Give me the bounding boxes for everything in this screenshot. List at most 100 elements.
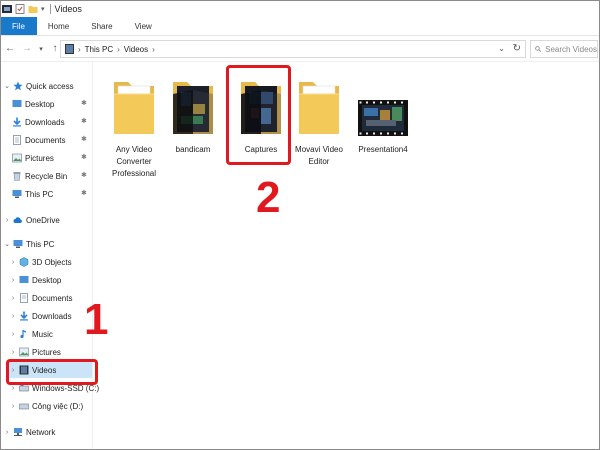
breadcrumb-separator-icon: › xyxy=(78,44,81,54)
recent-locations-icon[interactable]: ▾ xyxy=(37,42,45,56)
download-icon xyxy=(20,311,28,321)
nav-label: OneDrive xyxy=(26,215,60,225)
nav-downloads[interactable]: › Downloads xyxy=(6,308,72,324)
tab-view[interactable]: View xyxy=(124,17,163,35)
nav-label: Pictures xyxy=(25,153,54,163)
explorer-icon[interactable] xyxy=(2,4,12,14)
nav-desktop[interactable]: › Desktop xyxy=(6,272,62,288)
pin-icon: ✱ xyxy=(81,118,87,125)
nav-pictures[interactable]: › Pictures xyxy=(6,344,61,360)
expand-icon[interactable]: › xyxy=(9,403,17,410)
nav-this-pc[interactable]: ⌄ This PC xyxy=(0,236,54,252)
file-item[interactable]: bandicam xyxy=(158,74,228,156)
annotation-step-2: 2 xyxy=(256,173,281,222)
nav-onedrive[interactable]: › OneDrive xyxy=(0,212,60,228)
nav-qa-documents[interactable]: Documents ✱ xyxy=(10,132,87,148)
desktop-icon xyxy=(19,276,29,283)
nav-cong-viec-drive[interactable]: › Công việc (D:) xyxy=(6,398,83,414)
search-box[interactable]: Search Videos xyxy=(530,40,598,58)
nav-qa-pictures[interactable]: Pictures ✱ xyxy=(10,150,87,166)
file-list: Any Video Converter Professional bandica… xyxy=(94,62,600,450)
pin-icon: ✱ xyxy=(81,136,87,143)
pin-icon: ✱ xyxy=(81,154,87,161)
collapse-icon[interactable]: ⌄ xyxy=(3,240,11,248)
tab-share[interactable]: Share xyxy=(80,17,123,35)
pin-icon: ✱ xyxy=(81,172,87,179)
address-bar[interactable]: › This PC › Videos › ⌄ ↻ xyxy=(60,40,526,58)
search-icon xyxy=(535,46,541,52)
expand-icon[interactable]: › xyxy=(9,295,17,302)
new-folder-icon[interactable] xyxy=(28,4,38,14)
nav-qa-this-pc[interactable]: This PC ✱ xyxy=(10,186,87,202)
address-dropdown-icon[interactable]: ⌄ xyxy=(498,44,505,53)
expand-icon[interactable]: › xyxy=(9,385,17,392)
folder-icon xyxy=(114,82,154,134)
nav-qa-recycle-bin[interactable]: Recycle Bin ✱ xyxy=(10,168,87,184)
folder-icon xyxy=(173,82,213,134)
network-icon xyxy=(14,428,22,436)
nav-label: Công việc (D:) xyxy=(32,401,84,411)
expand-icon[interactable]: › xyxy=(9,331,17,338)
cloud-icon xyxy=(13,217,22,223)
recycle-bin-icon xyxy=(13,172,21,181)
nav-label: Downloads xyxy=(25,117,65,127)
file-item[interactable]: Presentation4 xyxy=(348,74,418,156)
desktop-icon xyxy=(12,100,22,107)
refresh-icon[interactable]: ↻ xyxy=(513,43,521,54)
properties-icon[interactable] xyxy=(15,3,25,14)
nav-3d-objects[interactable]: › 3D Objects xyxy=(6,254,72,270)
nav-quick-access[interactable]: ⌄ Quick access xyxy=(0,78,74,94)
nav-label: Music xyxy=(32,329,53,339)
cube-icon xyxy=(19,257,29,267)
forward-icon[interactable]: → xyxy=(20,42,34,56)
nav-qa-downloads[interactable]: Downloads ✱ xyxy=(10,114,87,130)
expand-icon[interactable]: › xyxy=(3,429,11,436)
video-thumbnail-icon xyxy=(358,100,408,136)
nav-label: Desktop xyxy=(32,275,62,285)
collapse-icon[interactable]: ⌄ xyxy=(3,82,11,90)
nav-label: 3D Objects xyxy=(32,257,72,267)
file-name: Movavi Video Editor xyxy=(295,145,343,166)
title-separator xyxy=(49,3,51,14)
title-bar: ▾ Videos xyxy=(0,0,600,17)
star-icon xyxy=(13,81,23,91)
search-placeholder: Search Videos xyxy=(545,44,597,54)
customize-qa-icon[interactable]: ▾ xyxy=(41,5,45,13)
nav-documents[interactable]: › Documents xyxy=(6,290,72,306)
file-name: Presentation4 xyxy=(358,145,408,154)
nav-label: Documents xyxy=(32,293,73,303)
expand-icon[interactable]: › xyxy=(9,349,17,356)
navigation-pane: ⌄ Quick access Desktop ✱ Downloads ✱ Doc… xyxy=(0,62,99,450)
document-icon xyxy=(13,135,21,145)
pin-icon: ✱ xyxy=(81,190,87,197)
computer-icon xyxy=(12,190,22,198)
ribbon-tabs: File Home Share View xyxy=(0,17,600,36)
nav-network[interactable]: › Network xyxy=(0,424,56,440)
annotation-highlight-captures xyxy=(226,65,291,165)
video-folder-icon xyxy=(65,44,74,54)
breadcrumb-this-pc[interactable]: This PC xyxy=(85,45,113,54)
breadcrumb-separator-icon: › xyxy=(117,44,120,54)
pin-icon: ✱ xyxy=(81,100,87,107)
file-item[interactable]: Movavi Video Editor xyxy=(284,74,354,168)
tab-file[interactable]: File xyxy=(0,17,37,35)
expand-icon[interactable]: › xyxy=(9,259,17,266)
address-row: ← → ▾ ↑ › This PC › Videos › ⌄ ↻ Search … xyxy=(0,36,600,62)
annotation-highlight-videos xyxy=(6,359,98,385)
annotation-step-1: 1 xyxy=(84,295,109,344)
tab-home[interactable]: Home xyxy=(37,17,80,35)
expand-icon[interactable]: › xyxy=(9,277,17,284)
nav-qa-desktop[interactable]: Desktop ✱ xyxy=(10,96,87,112)
quick-access-toolbar: ▾ xyxy=(2,0,53,17)
nav-label: Network xyxy=(26,427,56,437)
breadcrumb-separator-icon: › xyxy=(152,44,155,54)
nav-label: Quick access xyxy=(26,81,74,91)
nav-label: Desktop xyxy=(25,99,55,109)
back-icon[interactable]: ← xyxy=(3,42,17,56)
expand-icon[interactable]: › xyxy=(3,217,11,224)
file-name: bandicam xyxy=(175,145,211,154)
breadcrumb-videos[interactable]: Videos xyxy=(124,45,148,54)
nav-music[interactable]: › Music xyxy=(6,326,53,342)
download-icon xyxy=(13,117,21,127)
expand-icon[interactable]: › xyxy=(9,313,17,320)
